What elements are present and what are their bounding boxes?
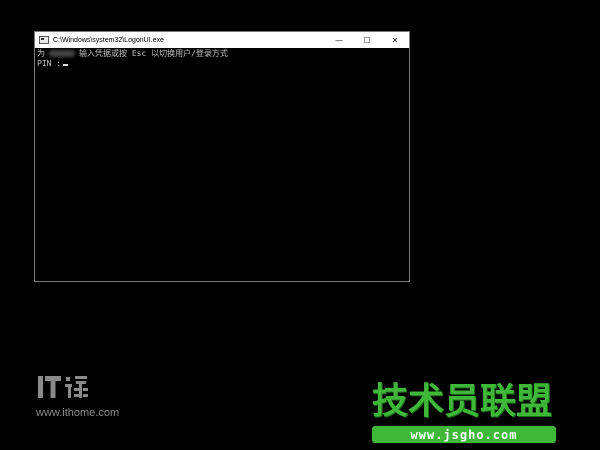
close-button[interactable]: ✕ [381, 32, 409, 48]
minimize-button[interactable]: — [325, 32, 353, 48]
window-controls: — ☐ ✕ [325, 32, 409, 48]
window-title: C:\Windows\system32\LogonUI.exe [53, 36, 164, 44]
ithome-logo [38, 376, 88, 398]
console-window[interactable]: C:\Windows\system32\LogonUI.exe — ☐ ✕ 为 输… [34, 31, 410, 282]
prompt-prefix: 为 [37, 49, 45, 58]
pin-input-line[interactable]: PIN : [37, 59, 409, 69]
console-prompt-line: 为 输入凭据或按 Esc 以切换用户/登录方式 [37, 49, 409, 59]
jsgho-logo-title: 技术员联盟 [372, 381, 553, 422]
desktop-screen: C:\Windows\system32\LogonUI.exe — ☐ ✕ 为 输… [0, 0, 600, 450]
console-body[interactable]: 为 输入凭据或按 Esc 以切换用户/登录方式 PIN : [35, 48, 409, 281]
text-cursor [63, 64, 69, 66]
ithome-url: www.ithome.com [36, 407, 120, 419]
jsgho-url: www.jsgho.com [410, 427, 518, 442]
prompt-message: 输入凭据或按 Esc 以切换用户/登录方式 [79, 49, 228, 58]
blurred-username [49, 50, 75, 57]
maximize-button[interactable]: ☐ [353, 32, 381, 48]
pin-label: PIN : [37, 59, 62, 68]
window-titlebar[interactable]: C:\Windows\system32\LogonUI.exe — ☐ ✕ [35, 32, 409, 48]
console-app-icon [39, 36, 49, 44]
jsgho-url-bar: www.jsgho.com [372, 426, 556, 443]
